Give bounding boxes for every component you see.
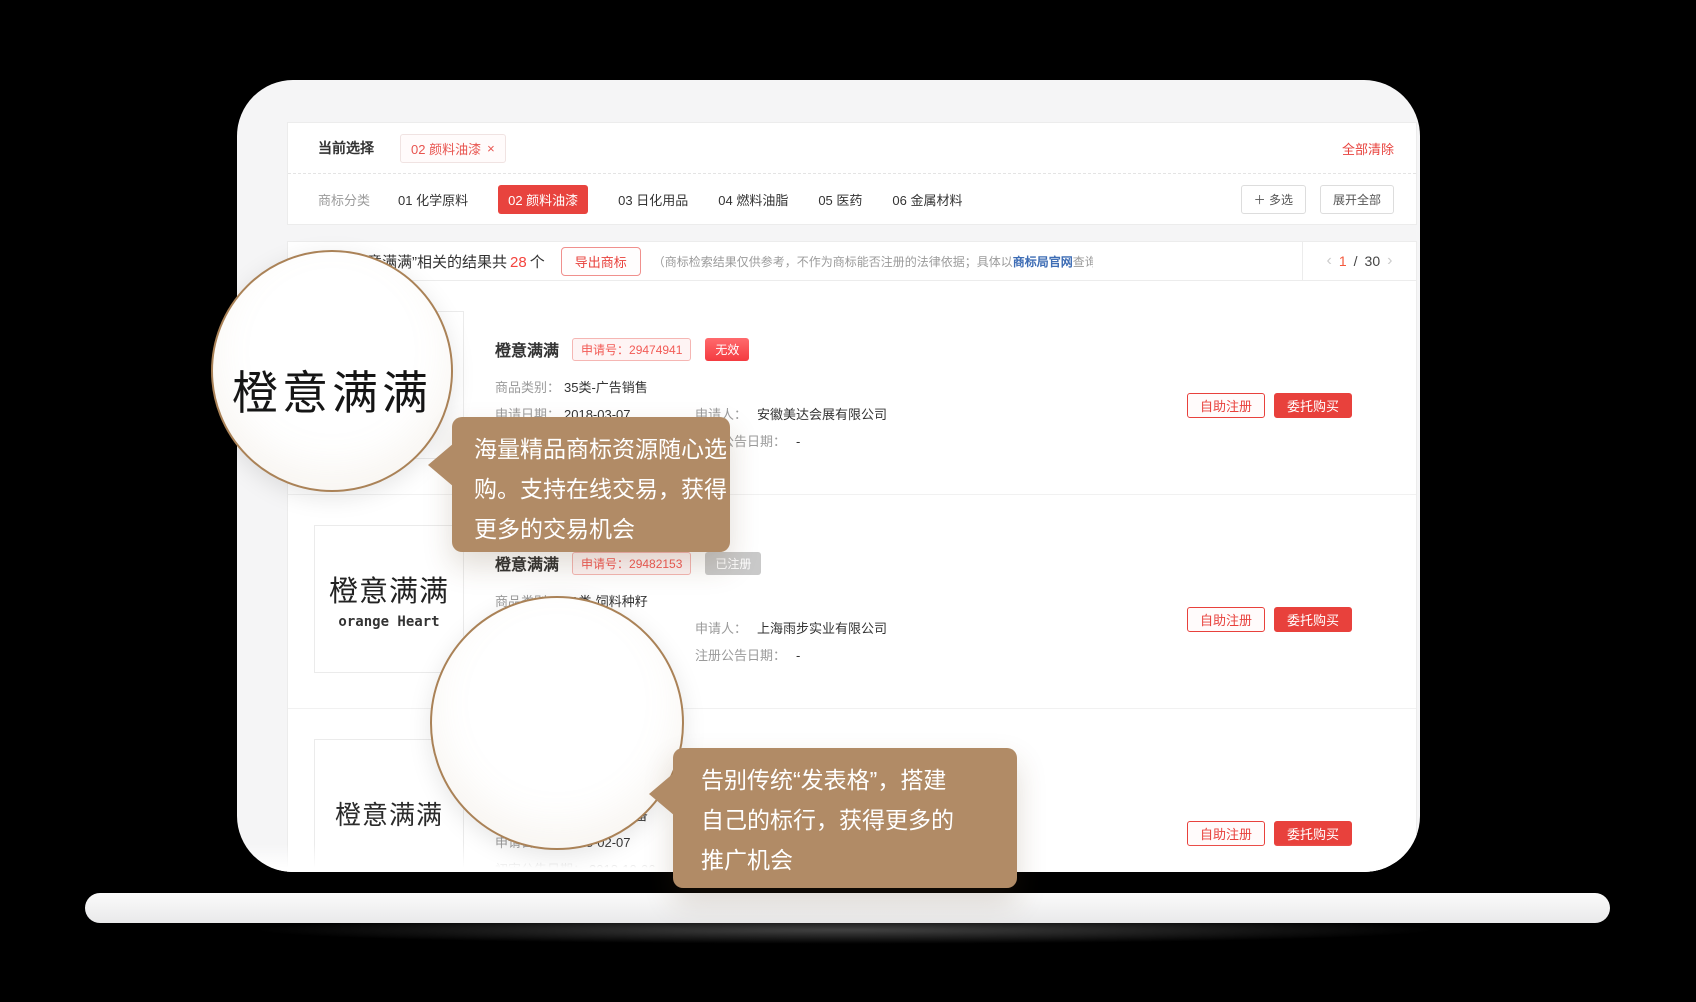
magnifier-circle: 橙意满满	[211, 250, 453, 492]
magnifier-circle	[430, 596, 684, 850]
magnified-trademark-text: 橙意满满	[232, 357, 432, 423]
field-value: 2018-10-06	[589, 856, 656, 872]
tooltip-arrow-left-icon	[428, 443, 454, 487]
trademark-image-text: 橙意满满	[335, 795, 443, 832]
tooltip-arrow-left-icon	[649, 772, 675, 816]
category-chip-04[interactable]: 04 燃料油脂	[718, 190, 788, 209]
laptop-base	[85, 893, 1610, 923]
category-chip-01[interactable]: 01 化学原料	[398, 190, 468, 209]
page-prev-icon[interactable]: ‹	[1327, 252, 1332, 270]
expand-all-button[interactable]: 展开全部	[1320, 185, 1394, 214]
selected-filter-tag-label: 02 颜料油漆	[411, 139, 481, 158]
disclaimer-text: （商标检索结果仅供参考，不作为商标能否注册的法律依据；具体以	[653, 255, 1013, 269]
field-label: 注册公告日期：	[695, 642, 786, 669]
trademark-office-link[interactable]: 商标局官网	[1013, 255, 1073, 269]
field-label: 商品类别：	[495, 374, 564, 401]
tag-close-icon[interactable]: ×	[487, 142, 495, 155]
field-label: 申请人：	[695, 615, 747, 642]
field-value: 安徽美达会展有限公司	[757, 401, 887, 428]
field-value: -	[796, 428, 800, 455]
trademark-name: 橙意满满	[495, 337, 559, 361]
current-selection-row: 当前选择 02 颜料油漆 × 全部清除	[288, 123, 1416, 173]
page: 当前选择 02 颜料油漆 × 全部清除 商标分类 01 化学原料 02 颜料油漆…	[0, 0, 1696, 1002]
trademark-name: 橙意满满	[495, 551, 559, 575]
tooltip-promotion: 告别传统“发表格”，搭建 自己的标行，获得更多的 推广机会	[673, 748, 1017, 888]
export-trademark-button[interactable]: 导出商标	[561, 247, 641, 276]
trademark-image-text: 橙意满满	[329, 568, 449, 610]
field-value: 上海雨步实业有限公司	[757, 615, 887, 642]
category-label: 商标分类	[318, 190, 370, 209]
pagination: ‹ 1 / 30 ›	[1302, 242, 1416, 280]
trademark-image-subtext: orange Heart	[338, 614, 439, 630]
page-separator: /	[1354, 253, 1358, 269]
entrust-buy-button[interactable]: 委托购买	[1274, 393, 1352, 418]
selected-filter-tag[interactable]: 02 颜料油漆 ×	[400, 134, 506, 163]
category-chip-02-selected[interactable]: 02 颜料油漆	[498, 185, 588, 214]
category-chip-06[interactable]: 06 金属材料	[892, 190, 962, 209]
results-summary-suffix: 个	[530, 254, 545, 271]
tooltip-trademark-resources: 海量精品商标资源随心选 购。支持在线交易，获得 更多的交易机会	[452, 417, 730, 552]
multi-select-button[interactable]: ＋ 多选	[1241, 185, 1306, 214]
status-badge: 已注册	[705, 552, 761, 575]
category-chip-05[interactable]: 05 医药	[818, 190, 862, 209]
entrust-buy-button[interactable]: 委托购买	[1274, 607, 1352, 632]
current-selection-label: 当前选择	[318, 138, 374, 158]
self-register-button[interactable]: 自助注册	[1187, 607, 1265, 632]
results-header: 检索到“橙意满满”相关的结果共28个 导出商标 （商标检索结果仅供参考，不作为商…	[288, 242, 1416, 281]
self-register-button[interactable]: 自助注册	[1187, 393, 1265, 418]
status-badge: 无效	[705, 338, 749, 361]
category-chips: 01 化学原料 02 颜料油漆 03 日化用品 04 燃料油脂 05 医药 06…	[398, 185, 962, 214]
filter-panel: 当前选择 02 颜料油漆 × 全部清除 商标分类 01 化学原料 02 颜料油漆…	[287, 122, 1417, 225]
page-next-icon[interactable]: ›	[1387, 252, 1392, 270]
page-current: 1	[1339, 253, 1347, 269]
clear-all-link[interactable]: 全部清除	[1342, 139, 1394, 158]
category-row: 商标分类 01 化学原料 02 颜料油漆 03 日化用品 04 燃料油脂 05 …	[288, 174, 1416, 225]
field-value: -	[796, 642, 800, 669]
application-number-tag: 申请号：29474941	[572, 338, 691, 361]
results-count: 28	[510, 254, 527, 271]
disclaimer-suffix: 查询为准。）	[1073, 255, 1093, 269]
self-register-button[interactable]: 自助注册	[1187, 821, 1265, 846]
entrust-buy-button[interactable]: 委托购买	[1274, 821, 1352, 846]
category-chip-03[interactable]: 03 日化用品	[618, 190, 688, 209]
page-total: 30	[1365, 253, 1381, 269]
tooltip-text: 告别传统“发表格”，搭建 自己的标行，获得更多的 推广机会	[701, 760, 1017, 880]
tooltip-text: 海量精品商标资源随心选 购。支持在线交易，获得 更多的交易机会	[474, 429, 730, 549]
results-disclaimer: （商标检索结果仅供参考，不作为商标能否注册的法律依据；具体以商标局官网查询为准。…	[653, 253, 1093, 270]
trademark-image: 橙意满满 orange Heart	[314, 525, 464, 673]
application-number-tag: 申请号：29482153	[572, 552, 691, 575]
field-label: 初审公告日期：	[495, 856, 589, 872]
field-value: 35类-广告销售	[564, 374, 648, 401]
